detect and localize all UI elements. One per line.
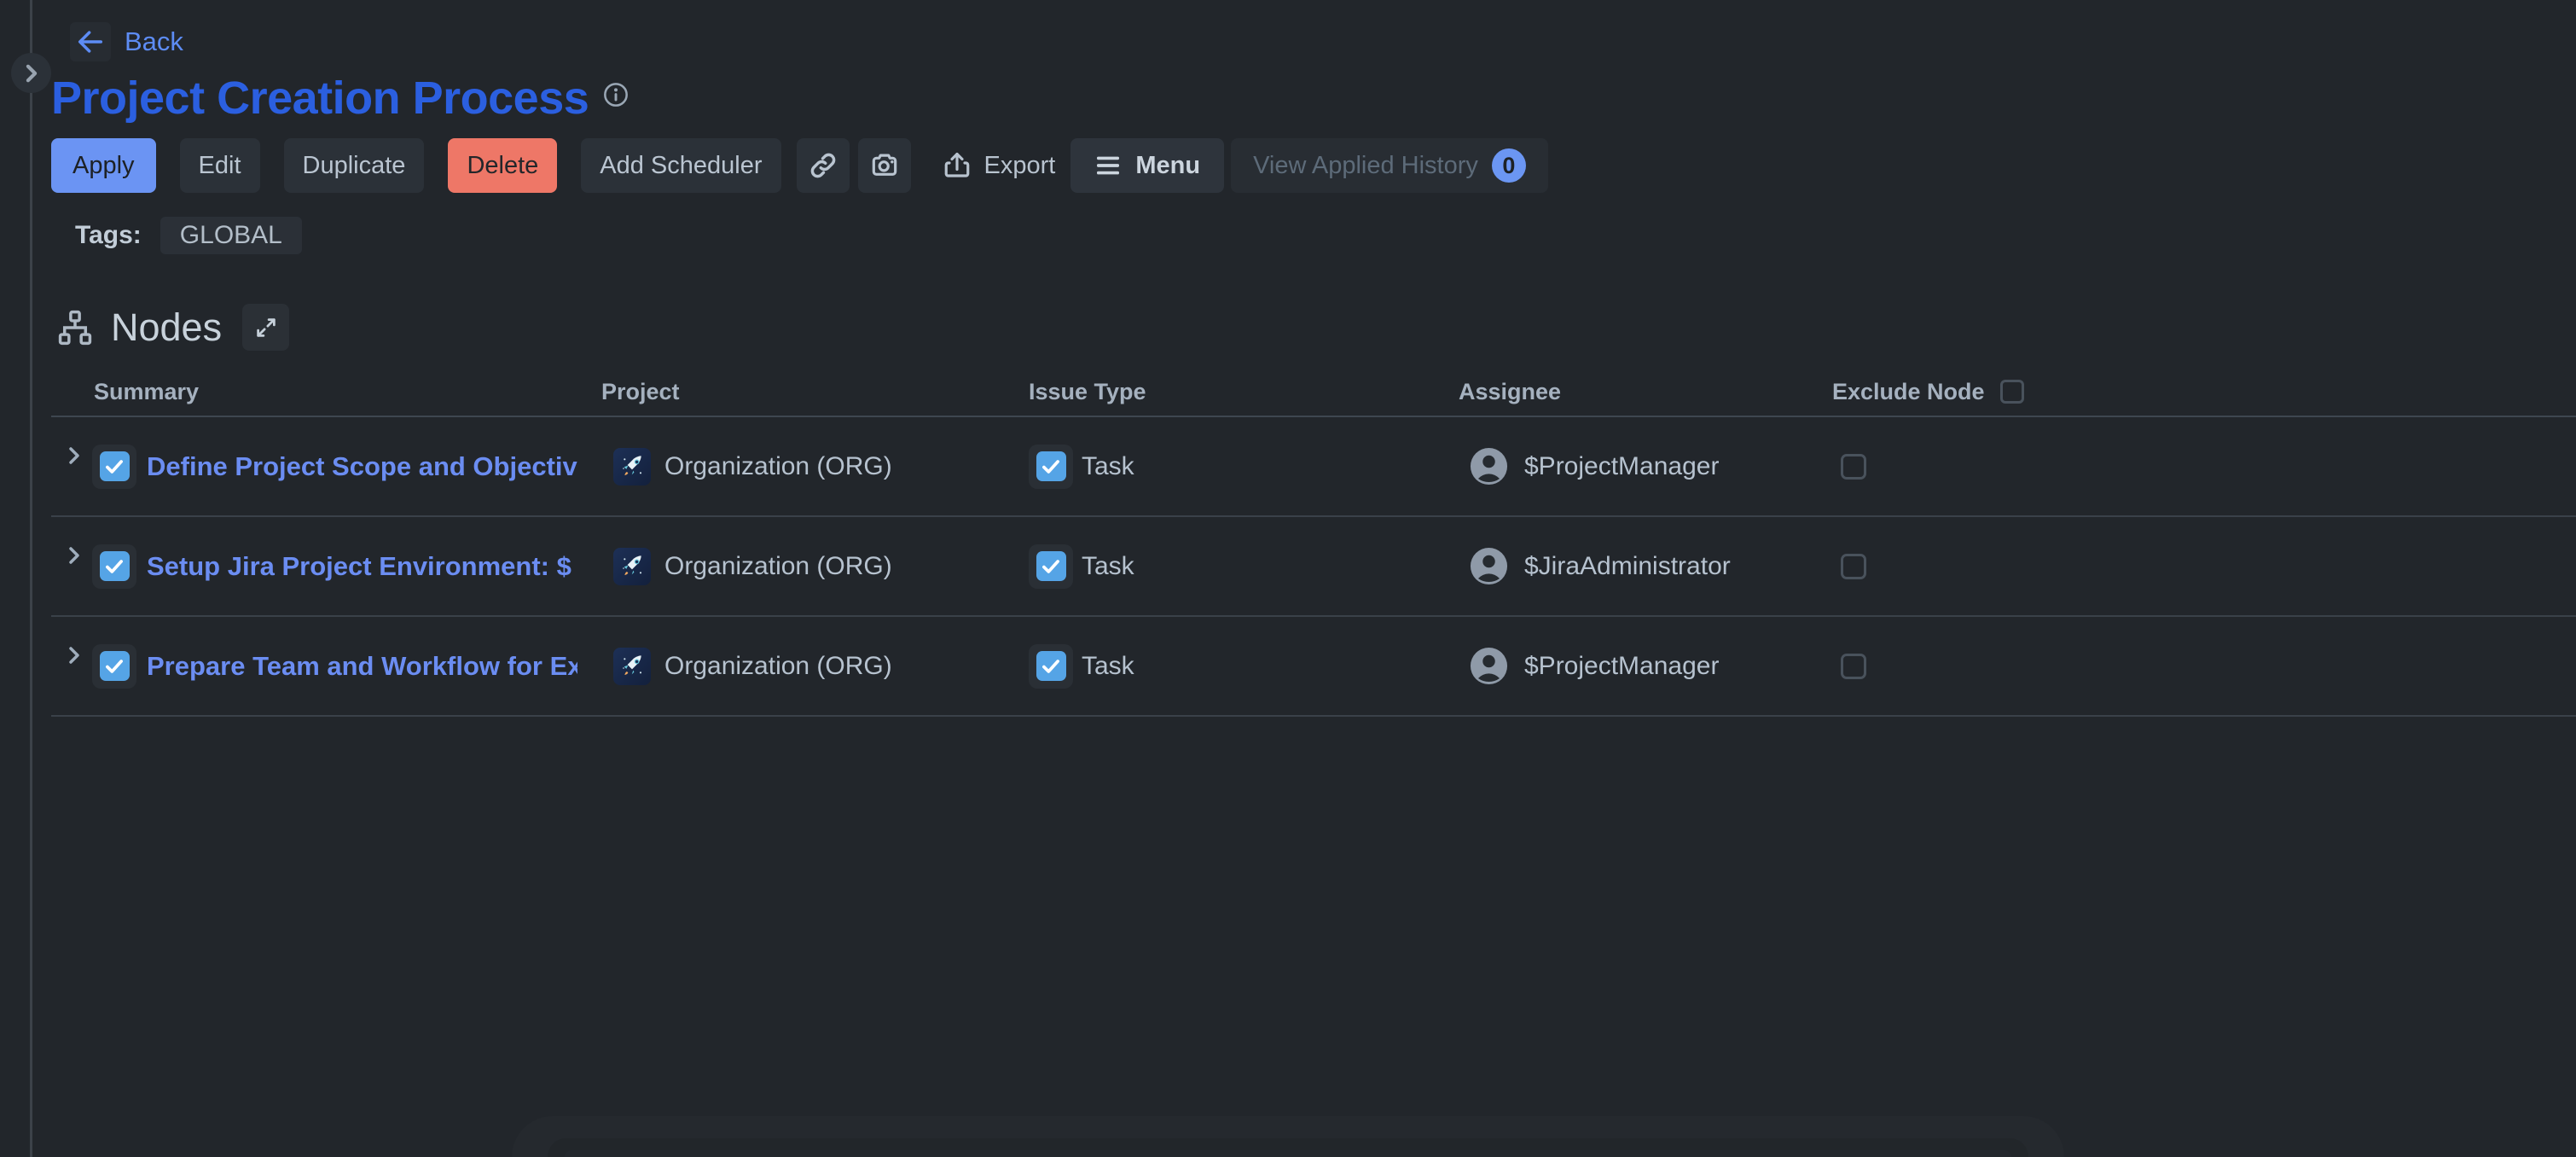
view-applied-history-label: View Applied History [1253,152,1478,180]
page-title: Project Creation Process [51,72,589,125]
history-count-badge: 0 [1492,148,1526,183]
project-avatar-icon [613,548,651,585]
copy-link-button[interactable] [797,138,850,193]
nodes-section-title: Nodes [111,305,222,350]
exclude-all-checkbox[interactable] [2000,380,2024,404]
link-icon [808,150,838,181]
nodes-table: Summary Project Issue Type Assignee Excl… [51,368,2576,717]
assignee-name: $JiraAdministrator [1524,552,1731,581]
project-name: Organization (ORG) [664,452,892,481]
check-icon [1040,456,1062,478]
column-header-assignee: Assignee [1459,379,1832,405]
issue-type-checkbox[interactable] [1029,445,1073,489]
export-label: Export [984,152,1056,180]
apply-button[interactable]: Apply [51,138,156,193]
check-icon [103,555,125,578]
view-applied-history-button[interactable]: View Applied History 0 [1231,138,1548,193]
avatar-icon [1469,446,1509,486]
table-row: Define Project Scope and Objectiv [51,417,2576,517]
issue-type-checkbox[interactable] [1029,644,1073,689]
delete-button[interactable]: Delete [448,138,557,193]
tags-row: Tags: GLOBAL [75,217,2576,254]
menu-label: Menu [1135,152,1200,180]
export-icon [942,150,972,181]
column-header-summary: Summary [51,379,601,405]
exclude-node-checkbox[interactable] [1841,454,1866,480]
issue-type-label: Task [1082,452,1134,481]
column-header-exclude-node: Exclude Node [1832,379,1985,405]
assignee-name: $ProjectManager [1524,452,1719,481]
main-content: Back Project Creation Process Apply Edit… [51,0,2576,717]
project-avatar-icon [613,648,651,685]
check-icon [1040,655,1062,677]
camera-icon [868,149,901,182]
add-scheduler-button[interactable]: Add Scheduler [581,138,780,193]
expand-nodes-button[interactable] [242,304,289,351]
issue-type-label: Task [1082,652,1134,681]
menu-button[interactable]: Menu [1070,138,1224,193]
row-expander-icon[interactable] [63,446,85,465]
table-row: Prepare Team and Workflow for Ex O [51,617,2576,717]
back-label: Back [125,26,183,57]
sidebar-divider [30,0,32,1157]
table-header-row: Summary Project Issue Type Assignee Excl… [51,368,2576,417]
tags-label: Tags: [75,221,142,250]
back-button[interactable]: Back [51,22,2576,61]
table-row: Setup Jira Project Environment: $ [51,517,2576,617]
project-avatar-icon [613,448,651,485]
summary-link[interactable]: Define Project Scope and Objectiv [147,451,577,482]
action-toolbar: Apply Edit Duplicate Delete Add Schedule… [51,138,2576,193]
summary-checkbox[interactable] [92,445,136,489]
summary-checkbox[interactable] [92,644,136,689]
project-name: Organization (ORG) [664,652,892,681]
project-name: Organization (ORG) [664,552,892,581]
issue-type-label: Task [1082,552,1134,581]
assignee-name: $ProjectManager [1524,652,1719,681]
export-button[interactable]: Export [942,138,1056,193]
summary-link[interactable]: Setup Jira Project Environment: $ [147,551,571,582]
column-header-issue-type: Issue Type [1029,379,1459,405]
exclude-node-checkbox[interactable] [1841,654,1866,679]
check-icon [103,655,125,677]
row-expander-icon[interactable] [63,646,85,665]
avatar-icon [1469,546,1509,586]
row-expander-icon[interactable] [63,546,85,565]
duplicate-button[interactable]: Duplicate [284,138,425,193]
sitemap-icon [56,309,94,346]
exclude-node-checkbox[interactable] [1841,554,1866,579]
tag-chip-global: GLOBAL [160,217,302,254]
bottom-sheet-edge-innermost [565,1150,2011,1157]
hamburger-icon [1094,154,1122,177]
check-icon [103,456,125,478]
info-icon[interactable] [602,81,629,108]
summary-link[interactable]: Prepare Team and Workflow for Ex [147,651,577,682]
screenshot-button[interactable] [858,138,911,193]
summary-checkbox[interactable] [92,544,136,589]
issue-type-checkbox[interactable] [1029,544,1073,589]
avatar-icon [1469,646,1509,686]
back-arrow-icon [70,22,111,61]
sidebar-expand-toggle[interactable] [11,53,51,93]
expand-diagonal-icon [253,315,279,340]
column-header-project: Project [601,379,1029,405]
chevron-right-icon [24,64,39,83]
check-icon [1040,555,1062,578]
edit-button[interactable]: Edit [180,138,260,193]
